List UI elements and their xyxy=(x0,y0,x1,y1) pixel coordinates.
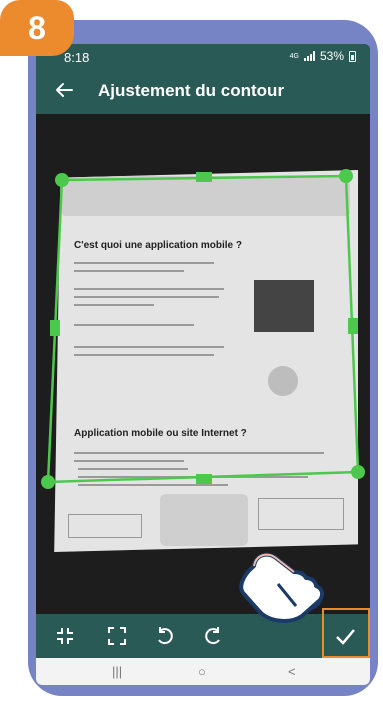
status-bar: 8:18 4G 53% xyxy=(36,44,370,68)
expand-crop-icon[interactable] xyxy=(106,625,128,647)
confirm-highlight-box xyxy=(322,608,370,658)
crop-handle-bottom[interactable] xyxy=(196,474,212,484)
back-button[interactable]: < xyxy=(288,664,296,679)
crop-handle-top-left[interactable] xyxy=(55,173,69,187)
rotate-left-icon[interactable] xyxy=(154,625,176,647)
crop-handle-bottom-left[interactable] xyxy=(41,475,55,489)
collapse-crop-icon[interactable] xyxy=(54,625,76,647)
system-nav-bar: ||| ○ < xyxy=(36,658,370,685)
page-title: Ajustement du contour xyxy=(98,81,285,100)
signal-icon xyxy=(303,51,315,61)
crop-handle-left[interactable] xyxy=(50,320,60,336)
crop-handle-top-right[interactable] xyxy=(339,169,353,183)
battery-icon xyxy=(349,50,356,62)
battery-percent: 53% xyxy=(319,49,344,63)
step-badge: 8 xyxy=(0,0,74,56)
arrow-left-icon[interactable] xyxy=(52,78,76,102)
home-button[interactable]: ○ xyxy=(198,664,206,679)
recents-button[interactable]: ||| xyxy=(112,664,122,679)
pointing-hand-icon xyxy=(239,552,325,623)
status-time: 8:18 xyxy=(64,50,90,65)
network-indicator: 4G xyxy=(289,52,299,60)
crop-handle-bottom-right[interactable] xyxy=(351,465,365,479)
crop-handle-right[interactable] xyxy=(348,318,358,334)
status-right: 4G 53% xyxy=(290,49,356,63)
rotate-right-icon[interactable] xyxy=(202,625,224,647)
app-bar: Ajustement du contour xyxy=(36,68,370,114)
crop-handle-top[interactable] xyxy=(196,172,212,182)
